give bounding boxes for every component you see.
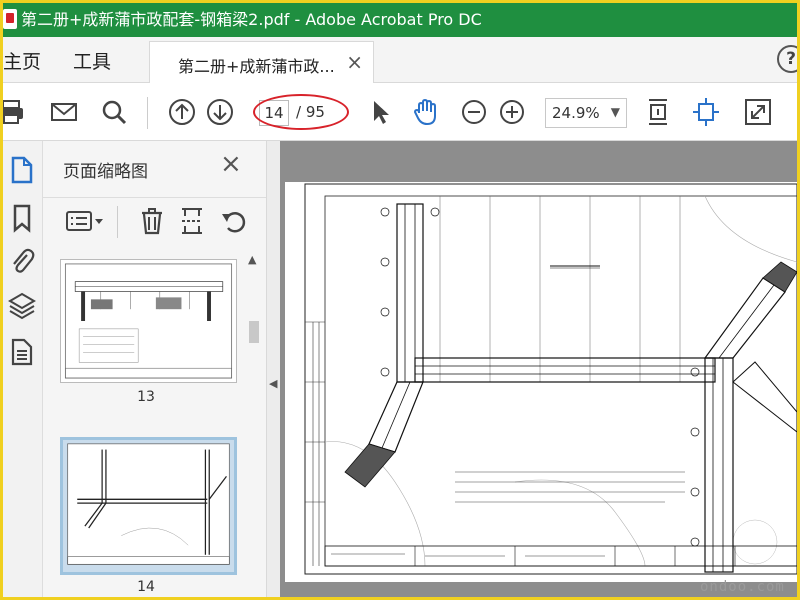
- pdf-page: [285, 182, 797, 582]
- delete-icon[interactable]: [137, 206, 167, 236]
- toolbar-divider: [147, 97, 148, 129]
- scrollbar-thumb[interactable]: [249, 321, 259, 343]
- rotate-view-icon[interactable]: [691, 97, 721, 127]
- thumbnails-panel: 页面缩略图 × 13 14 ▲: [43, 141, 266, 597]
- acrobat-logo-icon: [3, 9, 17, 29]
- layers-icon[interactable]: [8, 291, 36, 321]
- page-thumbnail-image: [64, 263, 233, 379]
- page-number-input[interactable]: [259, 100, 289, 126]
- panel-splitter[interactable]: ◀: [266, 141, 280, 597]
- close-panel-icon[interactable]: ×: [220, 149, 242, 179]
- document-tab-label: 第二册+成新蒲市政...: [178, 57, 335, 76]
- engineering-drawing: [304, 183, 797, 575]
- select-cursor-icon[interactable]: [365, 97, 395, 127]
- fullscreen-icon[interactable]: [743, 97, 773, 127]
- navigation-rail: [3, 141, 43, 597]
- page-thumbnail-14[interactable]: [60, 437, 237, 575]
- undo-icon[interactable]: [219, 206, 249, 236]
- hand-tool-icon[interactable]: [411, 97, 441, 127]
- attachments-icon[interactable]: [8, 247, 36, 277]
- page-thumbnail-13[interactable]: [60, 259, 237, 383]
- tab-document[interactable]: 第二册+成新蒲市政... ×: [149, 41, 374, 83]
- page-total: / 95: [296, 103, 325, 121]
- acrobat-window: 第二册+成新蒲市政配套-钢箱梁2.pdf - Adobe Acrobat Pro…: [3, 3, 797, 597]
- chevron-down-icon: ▼: [610, 105, 620, 119]
- thumbnail-list[interactable]: 13 14 ▲: [43, 243, 266, 597]
- page-thumbnails-icon[interactable]: [8, 155, 36, 185]
- thumbnail-scrollbar[interactable]: ▲: [247, 253, 261, 597]
- zoom-out-icon[interactable]: [459, 97, 489, 127]
- panel-toolbar: [43, 197, 266, 243]
- panel-divider: [117, 206, 118, 238]
- zoom-value: 24.9%: [552, 104, 600, 122]
- bookmarks-icon[interactable]: [8, 203, 36, 233]
- zoom-select[interactable]: 24.9% ▼: [545, 98, 627, 128]
- fit-page-icon[interactable]: [643, 97, 673, 127]
- page-navigator: / 95: [253, 94, 349, 130]
- page-number-13: 13: [137, 389, 155, 405]
- tab-tools[interactable]: 工具: [73, 47, 111, 74]
- search-icon[interactable]: [99, 97, 129, 127]
- help-icon[interactable]: ?: [777, 45, 797, 73]
- options-menu-icon[interactable]: [65, 206, 105, 236]
- email-icon[interactable]: [49, 97, 79, 127]
- panel-title: 页面缩略图: [63, 162, 148, 182]
- page-info-icon[interactable]: [8, 337, 36, 367]
- toolbar: / 95 24.9% ▼: [3, 83, 797, 141]
- print-icon[interactable]: [3, 97, 27, 127]
- zoom-in-icon[interactable]: [497, 97, 527, 127]
- title-bar: 第二册+成新蒲市政配套-钢箱梁2.pdf - Adobe Acrobat Pro…: [3, 3, 797, 37]
- close-tab-icon[interactable]: ×: [346, 50, 363, 74]
- tab-home[interactable]: 主页: [3, 47, 41, 74]
- document-view[interactable]: ondoo.com: [280, 141, 797, 597]
- scroll-up-icon[interactable]: ▲: [248, 253, 256, 266]
- tab-row: 主页 工具 第二册+成新蒲市政... × ?: [3, 37, 797, 83]
- insert-page-icon[interactable]: [177, 206, 207, 236]
- page-number-14: 14: [137, 579, 155, 595]
- page-thumbnail-image: [67, 443, 230, 565]
- next-page-icon[interactable]: [205, 97, 235, 127]
- collapse-panel-icon[interactable]: ◀: [269, 377, 277, 390]
- previous-page-icon[interactable]: [167, 97, 197, 127]
- watermark-text: ondoo.com: [700, 579, 785, 595]
- window-title: 第二册+成新蒲市政配套-钢箱梁2.pdf - Adobe Acrobat Pro…: [21, 10, 482, 29]
